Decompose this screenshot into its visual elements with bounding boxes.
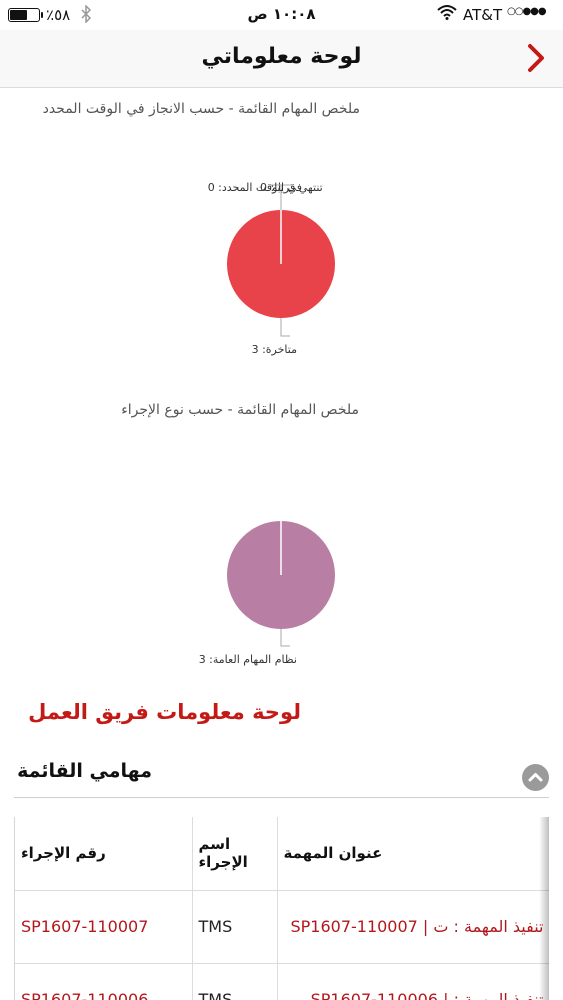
tasks-table: رقم الإجراء اسم الإجراء عنوان المهمة SP1…	[15, 817, 549, 1000]
carrier-name: AT&T	[463, 6, 503, 24]
header-procedure-name[interactable]: اسم الإجراء	[192, 817, 278, 891]
header-procedure-name-line1: اسم	[198, 835, 231, 854]
task-title-cell[interactable]: تنفيذ المهمة : ت | SP1607-110007	[277, 890, 549, 964]
pie-leader-line	[280, 629, 290, 647]
completion-pie-chart: في الوقت المحدد: 0تنتهي قريبا: 0متاخرة: …	[208, 181, 335, 356]
my-tasks-header[interactable]: مهامي القائمة	[14, 755, 549, 798]
procedure-type-summary-heading: ملخص المهام القائمة - حسب نوع الإجراء	[121, 402, 359, 418]
pie-data-label: تنتهي قريبا: 0	[260, 181, 323, 194]
procedure-name-cell: TMS	[192, 890, 278, 964]
nav-bar: لوحة معلوماتي	[0, 30, 563, 88]
chevron-right-icon[interactable]	[522, 42, 550, 74]
header-procedure-name-line2: الإجراء	[198, 853, 248, 872]
table-header-row: رقم الإجراء اسم الإجراء عنوان المهمة	[15, 817, 549, 891]
header-task-title[interactable]: عنوان المهمة	[277, 817, 549, 891]
pie-leader-line	[280, 318, 290, 337]
tasks-table-container[interactable]: رقم الإجراء اسم الإجراء عنوان المهمة SP1…	[14, 817, 549, 1000]
pie-data-label: نظام المهام العامة: 3	[199, 653, 297, 666]
header-task-title-label: عنوان المهمة	[283, 844, 383, 863]
completion-summary-heading: ملخص المهام القائمة - حسب الانجاز في الو…	[42, 101, 360, 117]
chevron-up-circle-icon[interactable]	[522, 764, 549, 791]
procedure-number-cell[interactable]: SP1607-110006	[15, 963, 193, 1000]
signal-icon: ○○●●●	[507, 6, 547, 17]
header-procedure-number[interactable]: رقم الإجراء	[15, 817, 193, 891]
page-title: لوحة معلوماتي	[201, 44, 362, 69]
procedure-name-cell: TMS	[192, 963, 278, 1000]
header-procedure-number-label: رقم الإجراء	[21, 844, 106, 863]
wifi-icon	[437, 4, 457, 24]
status-bar: ٪٥٨ ١٠:٠٨ ص AT&T ○○●●●	[0, 0, 563, 30]
procedure-number-cell[interactable]: SP1607-110007	[15, 890, 193, 964]
pie-data-label: متاخرة: 3	[252, 343, 298, 356]
team-dashboard-title: لوحة معلومات فريق العمل	[28, 700, 301, 724]
task-title-cell[interactable]: تنفيذ المهمة : | SP1607-110006	[277, 963, 549, 1000]
table-row[interactable]: SP1607-110006 TMS تنفيذ المهمة : | SP160…	[15, 963, 549, 1000]
procedure-type-pie-chart: نظام المهام العامة: 3	[199, 521, 335, 666]
my-tasks-title: مهامي القائمة	[17, 760, 152, 782]
table-row[interactable]: SP1607-110007 TMS تنفيذ المهمة : ت | SP1…	[15, 890, 549, 964]
